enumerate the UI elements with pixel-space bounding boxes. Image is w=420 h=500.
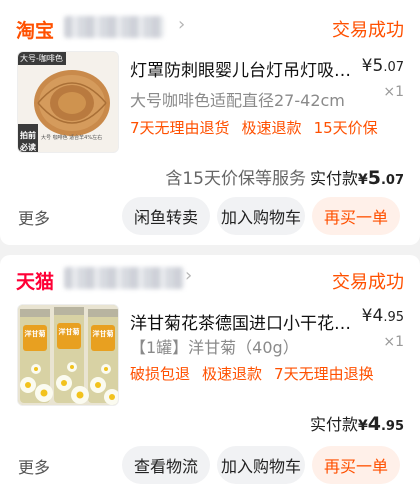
price-dec: .95: [383, 310, 404, 325]
jar-label-right: 洋甘菊: [92, 330, 114, 338]
price-symbol: ¥: [361, 56, 373, 76]
service-tags: 7天无理由退货 极速退款 15天价保: [130, 117, 390, 138]
more-button[interactable]: 更多: [18, 205, 50, 229]
service-tag: 7天无理由退货: [130, 119, 230, 137]
chamomile-jars-image: [18, 305, 118, 405]
chevron-right-icon[interactable]: ›: [178, 14, 185, 35]
paid-label: 实付款: [309, 415, 358, 434]
paid-int: 5: [367, 167, 381, 189]
paid-dec: .07: [380, 173, 404, 188]
buy-again-button[interactable]: 再买一单: [312, 446, 400, 484]
service-tags: 破损包退 极速退款 7天无理由退换: [130, 363, 386, 384]
shop-name-blurred: [64, 267, 184, 289]
order-status: 交易成功: [332, 20, 404, 41]
price-int: 5: [372, 56, 384, 76]
shop-platform-label: 淘宝: [16, 20, 55, 42]
service-tag: 极速退款: [241, 119, 302, 137]
view-logistics-button[interactable]: 查看物流: [122, 446, 210, 484]
shop-platform-label: 天猫: [16, 271, 55, 293]
product-thumbnail[interactable]: 大号-咖啡色 拍前 必读 大号 咖啡色 适合羊4%左右: [17, 51, 119, 153]
service-tag: 7天无理由退换: [274, 365, 374, 383]
order-status: 交易成功: [332, 272, 404, 293]
paid-int: 4: [367, 413, 381, 435]
product-title[interactable]: 灯罩防刺眼婴儿台灯吊灯吸顶灯羊...: [130, 56, 360, 81]
price-dec: .07: [383, 60, 404, 75]
summary-note: 含15天价保等服务: [165, 169, 306, 189]
product-spec: 【1罐】洋甘菊（40g）: [130, 338, 299, 357]
order-card-2[interactable]: 天猫 › 交易成功 洋甘菊 洋甘菊 洋甘菊 洋甘菊花茶德国进口小干花散 【1罐】…: [0, 255, 420, 500]
paid-amount: ¥5.07: [358, 167, 404, 189]
thumb-tag-bottom-2: 必读: [20, 143, 36, 152]
product-spec: 大号咖啡色适配直径27-42cm: [130, 91, 345, 110]
shop-name-blurred: [64, 16, 164, 38]
product-price: ¥5.07: [362, 56, 404, 76]
service-tag: 极速退款: [202, 365, 263, 383]
product-title[interactable]: 洋甘菊花茶德国进口小干花散装花...: [130, 309, 360, 334]
paid-label: 实付款: [309, 169, 358, 188]
paid-symbol: ¥: [357, 418, 368, 434]
order-summary: 实付款¥4.95: [310, 411, 404, 435]
add-to-cart-button[interactable]: 加入购物车: [217, 197, 305, 235]
product-quantity: ×1: [383, 84, 404, 100]
price-symbol: ¥: [361, 306, 373, 326]
paid-dec: .95: [380, 419, 404, 434]
thumb-tag-bottom-1: 拍前: [20, 131, 36, 140]
order-card-1[interactable]: 淘宝 › 交易成功 大号-咖啡色 拍前 必读 大号 咖啡色 适合羊4%左右 灯罩…: [0, 0, 420, 245]
product-thumbnail[interactable]: 洋甘菊 洋甘菊 洋甘菊: [17, 304, 119, 406]
thumb-caption: 大号 咖啡色 适合羊4%左右: [41, 135, 103, 141]
thumb-tag-top: 大号-咖啡色: [20, 54, 63, 63]
price-int: 4: [372, 306, 384, 326]
resell-xianyu-button[interactable]: 闲鱼转卖: [122, 197, 210, 235]
jar-label-left: 洋甘菊: [24, 330, 46, 338]
product-quantity: ×1: [383, 334, 404, 350]
order-summary: 含15天价保等服务 实付款¥5.07: [165, 164, 404, 189]
paid-amount: ¥4.95: [358, 413, 404, 435]
jar-label-center: 洋甘菊: [58, 328, 80, 336]
paid-symbol: ¥: [357, 172, 368, 188]
product-price: ¥4.95: [362, 306, 404, 326]
buy-again-button[interactable]: 再买一单: [312, 197, 400, 235]
add-to-cart-button[interactable]: 加入购物车: [217, 446, 305, 484]
chevron-right-icon[interactable]: ›: [185, 265, 192, 286]
service-tag: 破损包退: [130, 365, 191, 383]
service-tag: 15天价保: [313, 119, 378, 137]
more-button[interactable]: 更多: [18, 454, 50, 478]
